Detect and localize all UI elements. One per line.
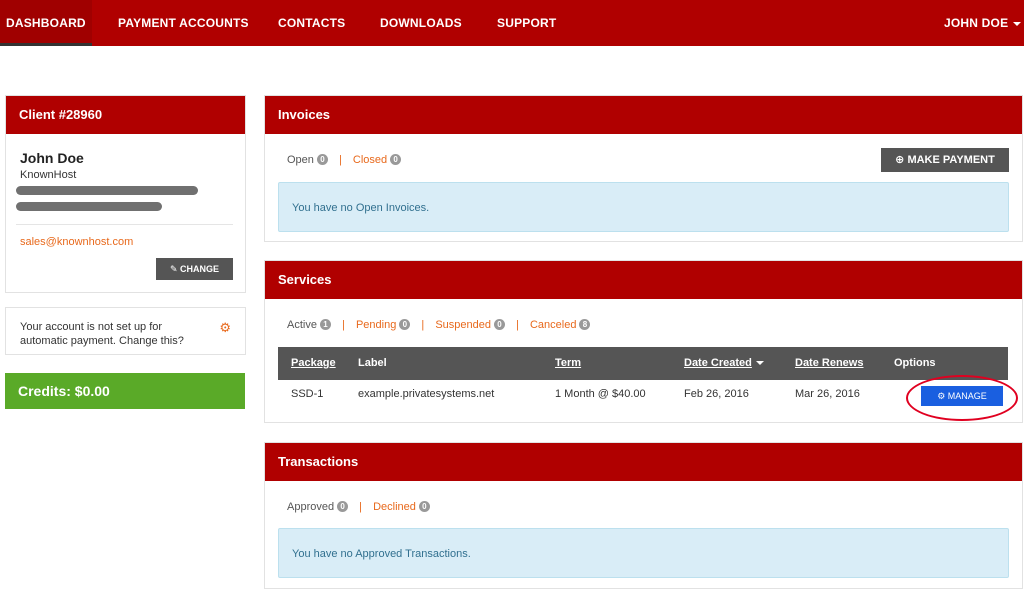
separator: | (516, 319, 519, 331)
invoices-title: Invoices (265, 96, 1022, 134)
column-options: Options (894, 357, 936, 369)
filter-label: Closed (352, 154, 388, 166)
pencil-icon: ✎ (169, 264, 178, 274)
manage-button[interactable]: ⚙ MANAGE (921, 386, 1003, 406)
transactions-empty-alert: You have no Approved Transactions. (278, 528, 1009, 578)
separator: | (342, 319, 345, 331)
cell-package: SSD-1 (291, 388, 324, 400)
filter-label: Declined (373, 501, 416, 513)
transaction-filters: Approved 0 | Declined 0 (287, 501, 430, 513)
client-panel: Client #28960 John Doe KnownHost sales@k… (5, 95, 246, 293)
make-payment-button[interactable]: ⊕ MAKE PAYMENT (881, 148, 1009, 172)
count-badge: 0 (493, 319, 505, 330)
services-table-header: Package Label Term Date Created Date Ren… (278, 347, 1008, 380)
client-panel-title: Client #28960 (6, 96, 245, 134)
count-badge: 0 (337, 501, 349, 512)
invoices-empty-alert: You have no Open Invoices. (278, 182, 1009, 232)
filter-label: Open (287, 154, 314, 166)
filter-label: Approved (287, 501, 335, 513)
count-badge: 0 (390, 154, 402, 165)
cell-date-renews: Mar 26, 2016 (795, 388, 860, 400)
filter-label: Suspended (435, 319, 491, 331)
filter-canceled[interactable]: Canceled 8 (529, 319, 591, 331)
user-name: JOHN DOE (944, 16, 1009, 30)
change-button[interactable]: ✎ CHANGE (156, 258, 233, 280)
nav-contacts[interactable]: CONTACTS (278, 0, 345, 46)
autopay-notice: Your account is not set up for automatic… (5, 307, 246, 355)
sort-down-icon (755, 361, 764, 366)
separator: | (359, 501, 363, 513)
filter-approved[interactable]: Approved 0 (287, 501, 349, 513)
column-package[interactable]: Package (291, 347, 336, 380)
services-title: Services (265, 261, 1022, 299)
count-badge: 1 (319, 319, 331, 330)
manage-label: MANAGE (947, 391, 987, 401)
separator: | (338, 154, 342, 166)
filter-pending[interactable]: Pending 0 (355, 319, 411, 331)
column-term[interactable]: Term (555, 347, 581, 380)
invoice-filters: Open 0 | Closed 0 (287, 154, 402, 166)
filter-label: Pending (355, 319, 397, 331)
cell-term: 1 Month @ $40.00 (555, 388, 646, 400)
top-navigation: DASHBOARD PAYMENT ACCOUNTS CONTACTS DOWN… (0, 0, 1024, 46)
autopay-text[interactable]: Your account is not set up for automatic… (20, 320, 200, 348)
divider (16, 224, 233, 225)
column-date-renews[interactable]: Date Renews (795, 347, 863, 380)
filter-open[interactable]: Open 0 (287, 154, 328, 166)
count-badge: 8 (579, 319, 591, 330)
chevron-down-icon (1013, 21, 1022, 26)
client-company: KnownHost (20, 169, 77, 181)
service-filters: Active 1 | Pending 0 | Suspended 0 | Cancel… (287, 319, 591, 331)
count-badge: 0 (418, 501, 430, 512)
count-badge: 0 (316, 154, 328, 165)
nav-support[interactable]: SUPPORT (497, 0, 556, 46)
redacted-address-line (16, 186, 198, 195)
credits-balance: Credits: $0.00 (5, 373, 245, 409)
filter-declined[interactable]: Declined 0 (373, 501, 430, 513)
filter-closed[interactable]: Closed 0 (352, 154, 402, 166)
gear-icon: ⚙ (937, 391, 946, 401)
plus-circle-icon: ⊕ (895, 154, 905, 166)
filter-label: Canceled (529, 319, 577, 331)
transactions-title: Transactions (265, 443, 1022, 481)
column-label: Label (358, 357, 387, 369)
user-menu[interactable]: JOHN DOE (944, 0, 1022, 46)
client-name: John Doe (20, 150, 84, 166)
nav-dashboard[interactable]: DASHBOARD (0, 0, 92, 46)
count-badge: 0 (399, 319, 411, 330)
filter-active[interactable]: Active 1 (287, 319, 331, 331)
change-label: CHANGE (180, 264, 220, 274)
filter-label: Active (287, 319, 317, 331)
cell-date-created: Feb 26, 2016 (684, 388, 749, 400)
nav-payment-accounts[interactable]: PAYMENT ACCOUNTS (118, 0, 249, 46)
column-date-created[interactable]: Date Created (684, 347, 764, 380)
filter-suspended[interactable]: Suspended 0 (435, 319, 505, 331)
nav-downloads[interactable]: DOWNLOADS (380, 0, 462, 46)
column-date-created-label: Date Created (684, 357, 752, 369)
gear-icon[interactable]: ⚙ (219, 320, 231, 336)
separator: | (421, 319, 425, 331)
client-email-link[interactable]: sales@knownhost.com (20, 236, 133, 248)
redacted-address-line (16, 202, 162, 211)
cell-label: example.privatesystems.net (358, 388, 495, 400)
make-payment-label: MAKE PAYMENT (907, 154, 995, 166)
